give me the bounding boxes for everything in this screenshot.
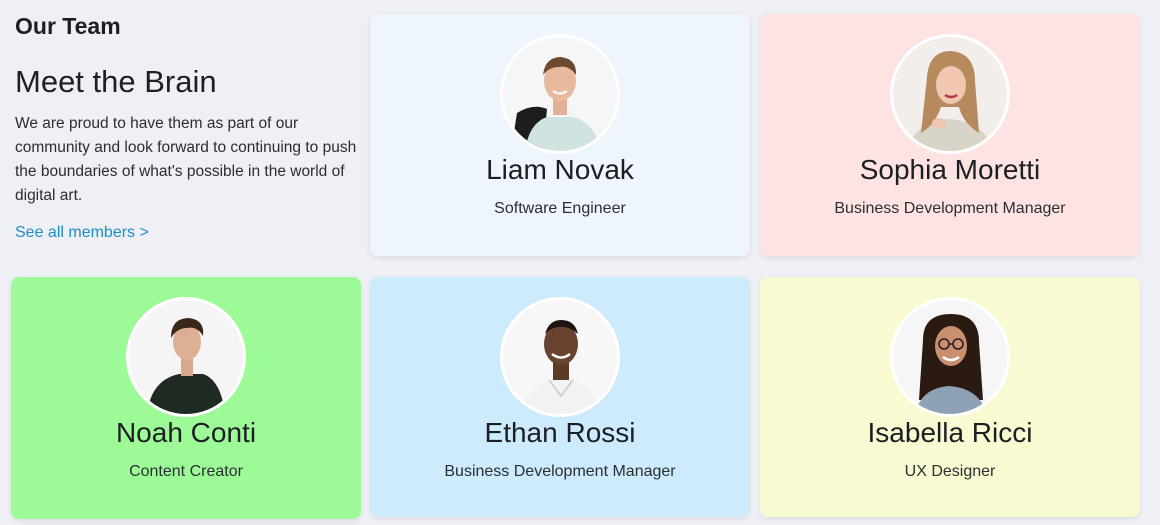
- section-headline: Meet the Brain: [15, 64, 217, 99]
- person-photo-icon: [503, 300, 617, 414]
- member-avatar: [500, 297, 620, 417]
- member-role: UX Designer: [904, 463, 996, 480]
- see-all-members-link[interactable]: See all members >: [15, 224, 149, 242]
- person-photo-icon: [503, 37, 617, 151]
- member-name: Sophia Moretti: [859, 154, 1041, 185]
- member-avatar: [890, 34, 1010, 154]
- member-role: Content Creator: [129, 463, 243, 480]
- member-role: Business Development Manager: [444, 463, 676, 480]
- person-photo-icon: [129, 300, 243, 414]
- member-role: Software Engineer: [494, 200, 626, 217]
- team-member-card: Ethan Rossi Business Development Manager: [370, 277, 750, 517]
- person-photo-icon: [893, 300, 1007, 414]
- member-name: Ethan Rossi: [484, 417, 636, 448]
- member-avatar: [500, 34, 620, 154]
- team-member-card: Noah Conti Content Creator: [11, 277, 361, 519]
- section-eyebrow: Our Team: [15, 13, 121, 39]
- team-member-card: Isabella Ricci UX Designer: [760, 277, 1140, 517]
- section-description: We are proud to have them as part of our…: [15, 115, 357, 204]
- member-name: Isabella Ricci: [867, 417, 1033, 448]
- member-name: Noah Conti: [115, 417, 257, 448]
- team-member-card: Sophia Moretti Business Development Mana…: [760, 14, 1140, 256]
- member-name: Liam Novak: [486, 154, 634, 185]
- team-intro: Our Team Meet the Brain We are proud to …: [15, 12, 360, 242]
- member-role: Business Development Manager: [834, 200, 1066, 217]
- team-member-card: Liam Novak Software Engineer: [370, 14, 750, 256]
- person-photo-icon: [893, 37, 1007, 151]
- member-avatar: [890, 297, 1010, 417]
- member-avatar: [126, 297, 246, 417]
